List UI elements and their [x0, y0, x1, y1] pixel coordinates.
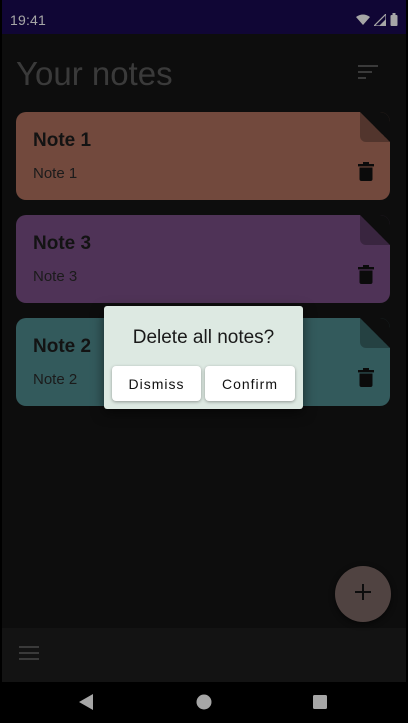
dismiss-button[interactable]: Dismiss: [112, 366, 201, 401]
dialog-title: Delete all notes?: [132, 327, 275, 348]
delete-all-dialog: Delete all notes? Dismiss Confirm: [104, 306, 303, 409]
confirm-button[interactable]: Confirm: [205, 366, 295, 401]
phone-screen: 19:41 Your notes Note 1 Note 1 Note 3 No…: [2, 0, 406, 723]
